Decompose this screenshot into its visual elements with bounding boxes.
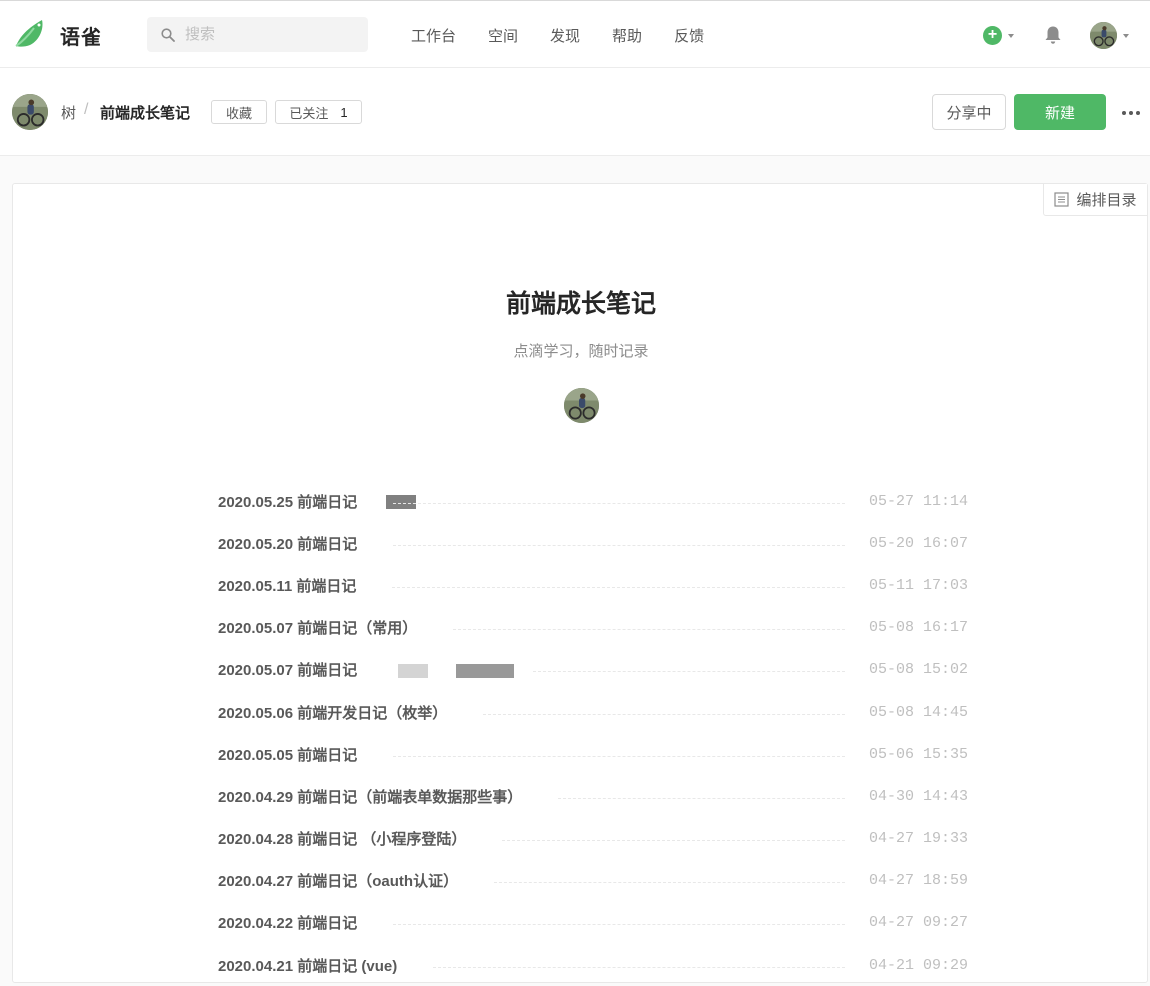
- breadcrumb-separator: /: [84, 101, 89, 118]
- avatar[interactable]: [564, 388, 599, 423]
- redacted-mask: [456, 663, 514, 678]
- top-navbar: 语雀 工作台 空间 发现 帮助 反馈 +: [0, 0, 1150, 68]
- doc-time: 04-27 19:33: [868, 830, 968, 848]
- toc-list-icon: [1054, 192, 1070, 207]
- redacted-mask: [398, 663, 428, 678]
- follow-button[interactable]: 已关注 1: [275, 100, 362, 124]
- doc-title[interactable]: 2020.04.27 前端日记（oauth认证）: [218, 870, 458, 891]
- doc-time: 05-11 17:03: [868, 576, 968, 594]
- edit-toc-button[interactable]: 编排目录: [1043, 184, 1147, 216]
- avatar: [1090, 22, 1117, 49]
- main-nav: 工作台 空间 发现 帮助 反馈: [411, 25, 736, 46]
- dotted-leader: [483, 713, 845, 715]
- nav-feedback[interactable]: 反馈: [674, 25, 704, 46]
- dotted-leader: [453, 629, 845, 631]
- bell-icon[interactable]: [1044, 25, 1062, 45]
- doc-title[interactable]: 2020.05.07 前端日记: [218, 659, 357, 680]
- doc-title[interactable]: 2020.05.25 前端日记: [218, 491, 357, 512]
- dotted-leader: [558, 797, 845, 799]
- doc-title[interactable]: 2020.05.20 前端日记: [218, 533, 357, 554]
- nav-workbench[interactable]: 工作台: [411, 25, 456, 46]
- doc-list-item[interactable]: 2020.05.07 前端日记 05-08 15:02: [218, 649, 968, 691]
- caret-down-icon: [1008, 33, 1014, 38]
- dotted-leader: [393, 502, 845, 504]
- caret-down-icon: [1123, 33, 1129, 38]
- doc-time: 05-08 14:45: [868, 703, 968, 721]
- doc-list-item[interactable]: 2020.05.06 前端开发日记（枚举） 05-08 14:45: [218, 691, 968, 733]
- follow-count: 1: [340, 104, 348, 120]
- new-doc-button[interactable]: 新建: [1014, 94, 1106, 130]
- dotted-leader: [533, 671, 845, 673]
- book-header: 树 / 前端成长笔记 收藏 已关注 1 分享中 新建: [0, 68, 1150, 156]
- nav-space[interactable]: 空间: [488, 25, 518, 46]
- doc-list-item[interactable]: 2020.05.25 前端日记 05-27 11:14: [218, 480, 968, 522]
- doc-title[interactable]: 2020.05.07 前端日记（常用）: [218, 617, 417, 638]
- book-catalog-card: 编排目录 前端成长笔记 点滴学习，随时记录 2020.05.25 前端日记 05…: [12, 183, 1148, 983]
- create-menu-button[interactable]: +: [983, 26, 1014, 45]
- doc-time: 04-30 14:43: [868, 787, 968, 805]
- nav-help[interactable]: 帮助: [612, 25, 642, 46]
- doc-time: 05-27 11:14: [868, 492, 968, 510]
- doc-title[interactable]: 2020.04.28 前端日记 （小程序登陆）: [218, 828, 466, 849]
- yuque-logo-icon[interactable]: [12, 16, 48, 52]
- doc-list-item[interactable]: 2020.04.28 前端日记 （小程序登陆） 04-27 19:33: [218, 818, 968, 860]
- doc-list-item[interactable]: 2020.05.07 前端日记（常用） 05-08 16:17: [218, 607, 968, 649]
- share-button[interactable]: 分享中: [932, 94, 1006, 130]
- dotted-leader: [393, 755, 845, 757]
- doc-list-item[interactable]: 2020.05.11 前端日记 05-11 17:03: [218, 564, 968, 606]
- doc-time: 05-08 15:02: [868, 661, 968, 679]
- doc-list: 2020.05.25 前端日记 05-27 11:14 2020.05.20 前…: [218, 480, 968, 986]
- brand-name[interactable]: 语雀: [60, 21, 102, 50]
- search-input[interactable]: [183, 25, 357, 44]
- doc-list-item[interactable]: 2020.04.27 前端日记（oauth认证） 04-27 18:59: [218, 860, 968, 902]
- doc-title[interactable]: 2020.04.21 前端日记 (vue): [218, 955, 397, 976]
- doc-list-item[interactable]: 2020.05.05 前端日记 05-06 15:35: [218, 733, 968, 775]
- breadcrumb-user[interactable]: 树: [61, 102, 76, 123]
- doc-title[interactable]: 2020.04.29 前端日记（前端表单数据那些事）: [218, 786, 522, 807]
- doc-title[interactable]: 2020.05.06 前端开发日记（枚举）: [218, 702, 447, 723]
- avatar[interactable]: [12, 94, 48, 130]
- doc-title[interactable]: 2020.04.22 前端日记: [218, 912, 357, 933]
- edit-toc-label: 编排目录: [1076, 192, 1137, 209]
- dotted-leader: [502, 840, 845, 842]
- doc-time: 05-20 16:07: [868, 534, 968, 552]
- doc-list-item[interactable]: 2020.04.22 前端日记 04-27 09:27: [218, 902, 968, 944]
- doc-time: 05-06 15:35: [868, 745, 968, 763]
- doc-time: 04-27 18:59: [868, 872, 968, 890]
- doc-title[interactable]: 2020.05.05 前端日记: [218, 744, 357, 765]
- doc-title[interactable]: 2020.05.11 前端日记: [218, 575, 356, 596]
- plus-icon: +: [983, 26, 1002, 45]
- doc-time: 05-08 16:17: [868, 619, 968, 637]
- dotted-leader: [494, 882, 845, 884]
- search-box[interactable]: [147, 17, 368, 52]
- book-title: 前端成长笔记: [505, 290, 656, 318]
- doc-time: 04-27 09:27: [868, 914, 968, 932]
- doc-list-item[interactable]: 2020.05.20 前端日记 05-20 16:07: [218, 522, 968, 564]
- favorite-button[interactable]: 收藏: [211, 100, 267, 124]
- doc-list-item[interactable]: 2020.04.21 前端日记 (vue) 04-21 09:29: [218, 944, 968, 986]
- dotted-leader: [433, 966, 845, 968]
- more-actions-icon[interactable]: [1122, 111, 1143, 115]
- user-menu[interactable]: [1090, 22, 1129, 49]
- doc-time: 04-21 09:29: [868, 956, 968, 974]
- dotted-leader: [393, 924, 845, 926]
- nav-discover[interactable]: 发现: [550, 25, 580, 46]
- search-icon: [161, 27, 175, 42]
- follow-label: 已关注: [289, 105, 329, 121]
- doc-list-item[interactable]: 2020.04.29 前端日记（前端表单数据那些事） 04-30 14:43: [218, 775, 968, 817]
- book-description: 点滴学习，随时记录: [513, 343, 649, 360]
- dotted-leader: [393, 544, 845, 546]
- breadcrumb-book[interactable]: 前端成长笔记: [100, 102, 190, 123]
- dotted-leader: [392, 586, 845, 588]
